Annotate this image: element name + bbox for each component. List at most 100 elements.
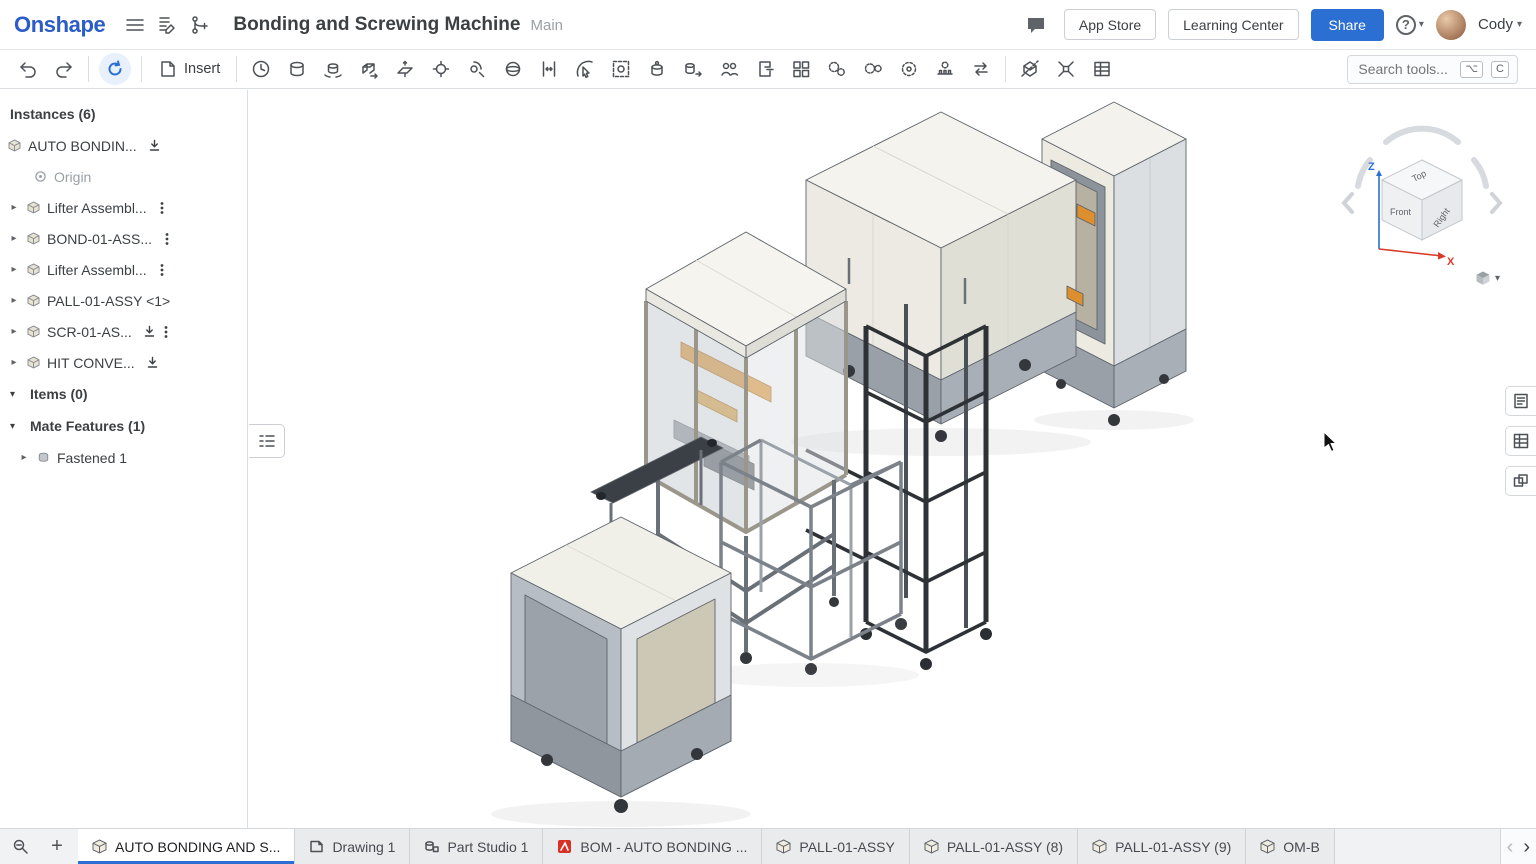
- assembly-toolbar: Insert ⌥ C: [0, 50, 1536, 89]
- redo-icon[interactable]: [46, 53, 82, 85]
- instance-row-lifter-2[interactable]: ▸ Lifter Assembl...: [0, 254, 247, 285]
- tree-panel-toggle[interactable]: [249, 424, 285, 458]
- chevron-right-icon[interactable]: ▸: [8, 357, 20, 368]
- options-kebab-icon[interactable]: [158, 201, 166, 215]
- pattern-icon[interactable]: [783, 53, 819, 85]
- tab-assembly-auto-bonding[interactable]: AUTO BONDING AND S...: [78, 829, 295, 864]
- tab-pall-01-assy-8[interactable]: PALL-01-ASSY (8): [910, 829, 1078, 864]
- replace-instance-icon[interactable]: [963, 53, 999, 85]
- chevron-right-icon[interactable]: ▸: [8, 326, 20, 337]
- replicate-icon[interactable]: [675, 53, 711, 85]
- instance-row-hit-conveyor[interactable]: ▸ HIT CONVE...: [0, 347, 247, 378]
- mate-feature-row-fastened[interactable]: ▸ Fastened 1: [0, 442, 247, 473]
- search-tools-box[interactable]: ⌥ C: [1347, 55, 1518, 84]
- rack-pinion-relation-icon[interactable]: [855, 53, 891, 85]
- options-kebab-icon[interactable]: [158, 263, 166, 277]
- chevron-right-icon[interactable]: ▸: [8, 295, 20, 306]
- document-contents-icon[interactable]: [151, 9, 183, 41]
- scroll-tabs-right-icon[interactable]: ›: [1523, 837, 1530, 857]
- undo-icon[interactable]: [10, 53, 46, 85]
- tangent-mate-icon[interactable]: [567, 53, 603, 85]
- chevron-down-icon[interactable]: ▾: [10, 389, 22, 400]
- instance-label: Lifter Assembl...: [47, 262, 147, 278]
- section-view-icon[interactable]: [1012, 53, 1048, 85]
- graphics-viewport[interactable]: Top Front Right Z X ▾: [249, 90, 1536, 828]
- scroll-tabs-left-icon[interactable]: ‹: [1507, 837, 1514, 857]
- tab-manager-icon[interactable]: [4, 832, 38, 862]
- fastened-mate-icon[interactable]: [279, 53, 315, 85]
- instance-row-bond[interactable]: ▸ BOND-01-ASS...: [0, 223, 247, 254]
- document-title: Bonding and Screwing MachineMain: [233, 14, 563, 36]
- create-tab-button[interactable]: +: [40, 832, 74, 862]
- tab-label: Part Studio 1: [447, 839, 528, 855]
- tab-part-studio-1[interactable]: Part Studio 1: [410, 829, 543, 864]
- view-cube[interactable]: Top Front Right Z X: [1334, 108, 1514, 283]
- origin-label: Origin: [54, 169, 91, 185]
- insert-button[interactable]: Insert: [148, 53, 230, 85]
- chevron-right-icon[interactable]: ▸: [18, 452, 30, 463]
- user-avatar[interactable]: [1436, 10, 1466, 40]
- tab-pall-01-assy[interactable]: PALL-01-ASSY: [762, 829, 909, 864]
- mate-icon[interactable]: [243, 53, 279, 85]
- linear-relation-icon[interactable]: [927, 53, 963, 85]
- exploded-view-icon[interactable]: [1048, 53, 1084, 85]
- tab-om-b[interactable]: OM-B: [1246, 829, 1335, 864]
- options-kebab-icon[interactable]: [162, 325, 170, 339]
- search-tools-input[interactable]: [1356, 60, 1452, 78]
- instance-row-lifter-1[interactable]: ▸ Lifter Assembl...: [0, 192, 247, 223]
- options-kebab-icon[interactable]: [163, 232, 171, 246]
- origin-row[interactable]: Origin: [0, 161, 247, 192]
- view-options-dropdown[interactable]: ▾: [1475, 270, 1500, 286]
- linked-document-icon[interactable]: [148, 139, 161, 152]
- linked-document-icon[interactable]: [143, 325, 156, 338]
- user-menu[interactable]: Cody ▾: [1478, 16, 1522, 33]
- share-button[interactable]: Share: [1311, 9, 1384, 41]
- bom-panel-button[interactable]: [1505, 386, 1536, 416]
- parallel-mate-icon[interactable]: [531, 53, 567, 85]
- help-icon[interactable]: ?: [1396, 15, 1416, 35]
- instance-row-scr[interactable]: ▸ SCR-01-AS...: [0, 316, 247, 347]
- revolute-mate-icon[interactable]: [315, 53, 351, 85]
- chevron-right-icon[interactable]: ▸: [8, 233, 20, 244]
- slider-mate-icon[interactable]: [351, 53, 387, 85]
- mate-features-section-header[interactable]: ▾ Mate Features (1): [0, 410, 247, 442]
- assembly-icon: [1092, 839, 1107, 854]
- instance-label: AUTO BONDIN...: [28, 138, 137, 154]
- workspace-name[interactable]: Main: [530, 17, 563, 34]
- main-menu-icon[interactable]: [119, 9, 151, 41]
- bom-table-icon[interactable]: [1084, 53, 1120, 85]
- pin-slot-mate-icon[interactable]: [459, 53, 495, 85]
- infeed-cart[interactable]: [511, 517, 731, 813]
- onshape-logo[interactable]: Onshape: [14, 12, 105, 38]
- feedback-comment-icon[interactable]: [1020, 9, 1052, 41]
- assembly-icon: [1260, 839, 1275, 854]
- planar-mate-icon[interactable]: [387, 53, 423, 85]
- cylindrical-mate-icon[interactable]: [423, 53, 459, 85]
- chevron-down-icon[interactable]: ▾: [10, 421, 22, 432]
- configurations-panel-button[interactable]: [1505, 426, 1536, 456]
- chevron-right-icon[interactable]: ▸: [8, 202, 20, 213]
- screw-relation-icon[interactable]: [891, 53, 927, 85]
- group-icon[interactable]: [603, 53, 639, 85]
- instance-row-root-assembly[interactable]: AUTO BONDIN...: [0, 130, 247, 161]
- tab-label: OM-B: [1283, 839, 1320, 855]
- items-section-header[interactable]: ▾ Items (0): [0, 378, 247, 410]
- chevron-right-icon[interactable]: ▸: [8, 264, 20, 275]
- versions-history-icon[interactable]: [183, 9, 215, 41]
- ball-mate-icon[interactable]: [495, 53, 531, 85]
- linked-document-icon[interactable]: [146, 356, 159, 369]
- instance-row-pall[interactable]: ▸ PALL-01-ASSY <1>: [0, 285, 247, 316]
- tab-pall-01-assy-9[interactable]: PALL-01-ASSY (9): [1078, 829, 1246, 864]
- gear-relation-icon[interactable]: [819, 53, 855, 85]
- tab-label: PALL-01-ASSY (9): [1115, 839, 1231, 855]
- tab-bom-pdf[interactable]: BOM - AUTO BONDING ...: [543, 829, 762, 864]
- sync-rotate-icon[interactable]: [99, 53, 131, 85]
- mate-connector-icon[interactable]: [639, 53, 675, 85]
- clamp-icon[interactable]: [747, 53, 783, 85]
- help-menu[interactable]: ? ▾: [1396, 15, 1424, 35]
- learning-center-button[interactable]: Learning Center: [1168, 9, 1298, 40]
- appearances-panel-button[interactable]: [1505, 466, 1536, 496]
- snapshot-icon[interactable]: [711, 53, 747, 85]
- tab-drawing-1[interactable]: Drawing 1: [295, 829, 410, 864]
- app-store-button[interactable]: App Store: [1064, 9, 1156, 40]
